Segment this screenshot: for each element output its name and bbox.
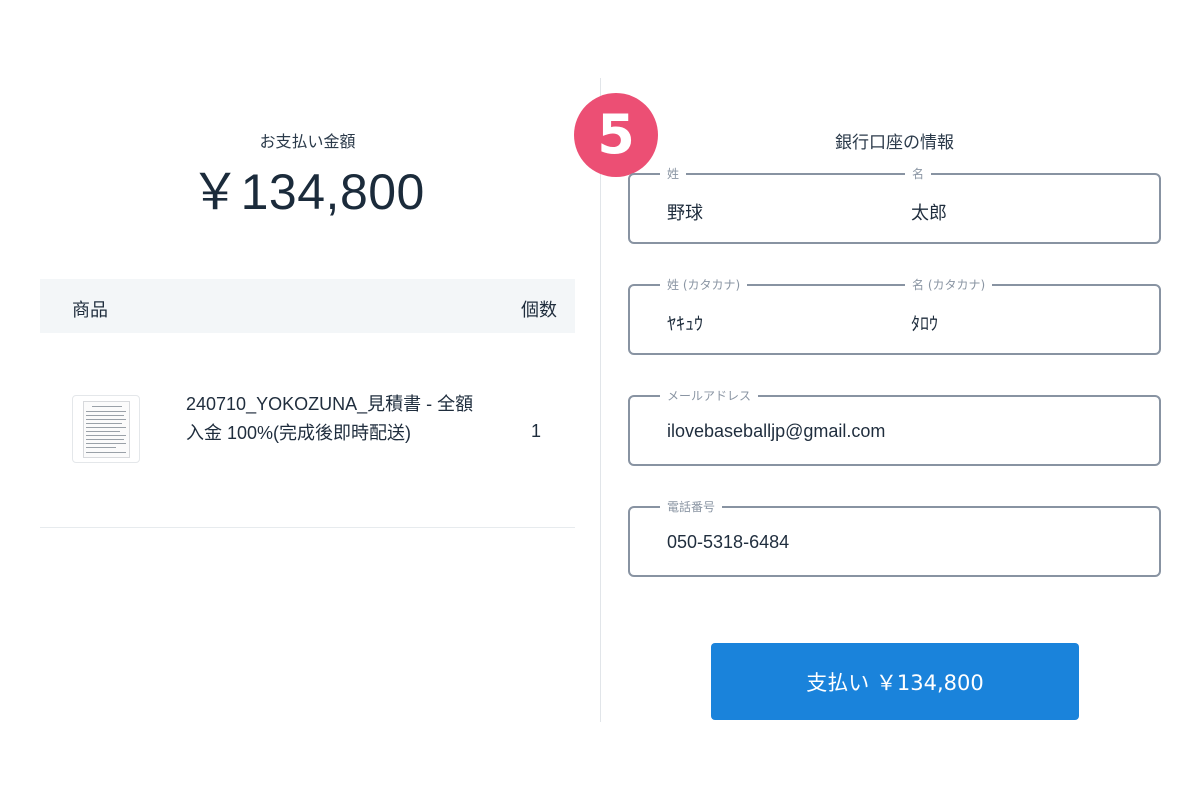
first-name-label: 名 <box>905 166 932 182</box>
pay-button[interactable]: 支払い ￥134,800 <box>711 643 1079 720</box>
first-name-input[interactable]: 太郎 <box>911 199 947 225</box>
name-fieldset: 姓 名 野球 太郎 <box>628 166 1161 244</box>
payment-amount-label: お支払い金額 <box>259 132 356 151</box>
last-name-kana-label: 姓 (カタカナ) <box>660 277 748 293</box>
order-summary-panel: お支払い金額 ￥134,800 商品 個数 240710_YOKOZUNA_見積… <box>0 0 600 800</box>
email-fieldset: メールアドレス ilovebaseballjp@gmail.com <box>628 388 1161 466</box>
last-name-label: 姓 <box>660 166 687 182</box>
name-kana-fieldset: 姓 (カタカナ) 名 (カタカナ) ﾔｷｭｳ ﾀﾛｳ <box>628 277 1161 355</box>
payment-amount: ￥134,800 <box>190 164 425 220</box>
phone-label: 電話番号 <box>660 499 723 515</box>
last-name-kana-input[interactable]: ﾔｷｭｳ <box>667 310 703 336</box>
product-column-header: 商品 <box>72 300 108 321</box>
email-label: メールアドレス <box>660 388 759 404</box>
items-table-header: 商品 個数 <box>40 279 575 333</box>
last-name-input[interactable]: 野球 <box>667 199 703 225</box>
bank-info-title: 銀行口座の情報 <box>835 133 954 153</box>
phone-fieldset: 電話番号 050-5318-6484 <box>628 499 1161 577</box>
document-thumbnail-icon <box>72 395 140 463</box>
phone-field[interactable]: 050-5318-6484 <box>667 532 789 553</box>
item-quantity: 1 <box>530 421 541 441</box>
quantity-column-header: 個数 <box>521 300 557 321</box>
first-name-kana-label: 名 (カタカナ) <box>905 277 993 293</box>
pane-divider <box>600 78 601 722</box>
email-field[interactable]: ilovebaseballjp@gmail.com <box>667 421 885 442</box>
table-row: 240710_YOKOZUNA_見積書 - 全額入金 100%(完成後即時配送)… <box>40 333 575 528</box>
item-name: 240710_YOKOZUNA_見積書 - 全額入金 100%(完成後即時配送) <box>186 394 474 443</box>
first-name-kana-input[interactable]: ﾀﾛｳ <box>911 310 938 336</box>
